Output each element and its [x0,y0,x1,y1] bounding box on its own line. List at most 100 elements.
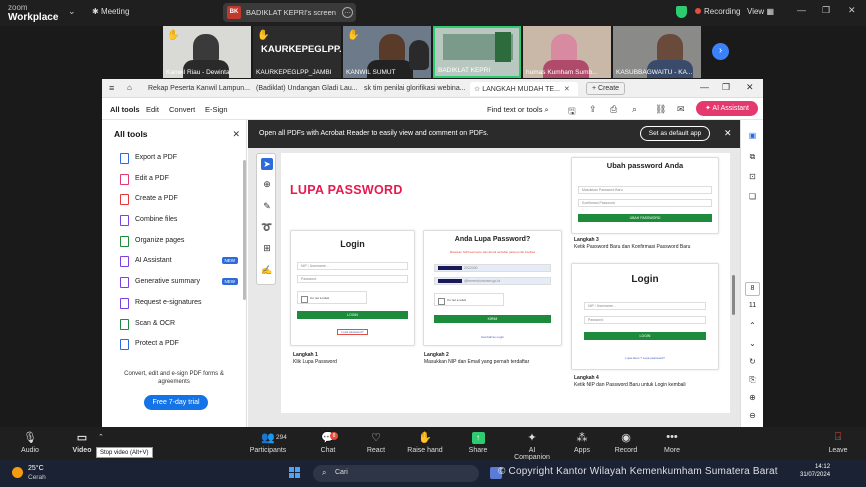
more-dots-icon: ••• [666,431,678,443]
upload-icon[interactable]: ⇪ [589,104,597,115]
security-shield-icon[interactable] [676,6,687,18]
minimize-icon[interactable]: — [700,82,709,92]
pages-icon[interactable]: ❏ [747,191,758,202]
zoom-comment-icon[interactable]: ⊕ [261,178,273,190]
more-options-icon[interactable]: … [342,7,353,18]
apps-button[interactable]: ⁂ Apps [570,431,594,454]
tool-edit-pdf[interactable]: Edit a PDF [120,174,240,186]
tool-create-pdf[interactable]: Create a PDF [120,194,240,206]
ai-assistant-button[interactable]: ✦ AI Assistant [696,101,758,116]
right-toolbar: ▣ ⧉ ⊡ ❏ 8 11 ⌃ ⌄ ↻ ⎘ ⊕ ⊖ [740,120,763,427]
chevron-down-icon[interactable]: ⌄ [747,338,758,349]
maximize-icon[interactable]: ❐ [722,82,730,93]
chat-button[interactable]: 💬 8 Chat [316,431,340,454]
all-tools-panel: All tools ✕ Export a PDF Edit a PDF Crea… [102,120,247,427]
mail-icon[interactable]: ✉ [677,104,685,115]
ai-companion-button[interactable]: ✦ AI Companion [510,431,554,461]
fit-page-icon[interactable]: ⎘ [747,374,758,385]
heart-icon: ♡ [371,432,381,444]
comment-icon[interactable]: ▣ [747,130,758,141]
stamp-icon[interactable]: ⧉ [747,151,758,162]
tool-request-esignatures[interactable]: Request e-signatures [120,298,240,310]
tool-generative-summary[interactable]: Generative summary NEW [120,277,240,289]
more-button[interactable]: ••• More [660,431,684,454]
signature-icon[interactable]: ✍ [261,264,273,276]
windows-taskbar: 25°C Cerah ⌕ Cari © Copyright Kantor Wil… [0,460,866,487]
participant-tile-active[interactable]: BADIKLAT KEPRI [433,26,521,78]
create-button[interactable]: + Create [586,82,626,95]
tool-protect-pdf[interactable]: Protect a PDF [120,339,240,351]
participant-tile[interactable]: humas Kumham Sumb... [523,26,611,78]
recording-indicator[interactable]: Recording [695,7,740,16]
pen-icon[interactable]: ✎ [261,200,273,212]
tab-sk-tim[interactable]: sk tim penilai glorifikasi webina... [360,82,468,96]
windows-start-icon[interactable] [289,467,301,479]
menu-convert[interactable]: Convert [169,105,195,114]
tab-rekap[interactable]: Rekap Peserta Kanwil Lampun... [144,82,250,96]
participant-tile[interactable]: ✋ Kanwil Riau - Dewinta [163,26,251,78]
audio-button[interactable]: 🎙 Audio [18,431,42,454]
close-tab-icon[interactable]: ✕ [564,86,570,93]
document-scrollbar[interactable] [732,275,735,315]
tool-organize-pages[interactable]: Organize pages [120,236,240,248]
set-default-app-button[interactable]: Set as default app [640,126,710,141]
chevron-up-icon[interactable]: ⌃ [98,433,104,441]
taskbar-search[interactable]: ⌕ Cari [313,465,479,482]
clock[interactable]: 14:12 31/07/2024 [800,463,830,479]
menu-icon[interactable]: ≡ [109,83,114,93]
zoom-in-icon[interactable]: ⊕ [747,392,758,403]
record-button[interactable]: ◉ Record [613,431,639,454]
microphone-muted-icon: 🎙 [23,432,37,444]
raise-hand-button[interactable]: ✋ Raise hand [404,431,446,454]
video-button[interactable]: ▭ Video [70,431,94,454]
search-icon[interactable]: ⌕ [632,104,637,115]
menu-edit[interactable]: Edit [146,105,159,114]
tool-export-pdf[interactable]: Export a PDF [120,153,240,165]
bookmark-icon[interactable]: ⊡ [747,171,758,182]
close-icon[interactable]: ✕ [848,5,856,16]
free-trial-button[interactable]: Free 7-day trial [144,395,208,410]
menu-all-tools[interactable]: All tools [110,105,140,114]
ai-assistant-icon [120,256,129,267]
sharer-avatar: BK [227,6,241,19]
participant-tile[interactable]: ✋ KANWIL SUMUT [343,26,431,78]
tab-langkah-mudah[interactable]: ☆ LANGKAH MUDAH TE... ✕ [470,82,578,96]
meeting-menu[interactable]: ✱ Meeting [92,7,129,16]
tool-ai-assistant[interactable]: AI Assistant NEW [120,256,240,268]
screen-share-indicator[interactable]: BK BADIKLAT KEPRI's screen … [223,3,356,22]
participant-tile[interactable]: KASUBBAGWAITU - KA... [613,26,701,78]
rotate-icon[interactable]: ↻ [747,356,758,367]
find-tools[interactable]: Find text or tools ⌕ [487,105,549,115]
maximize-icon[interactable]: ❐ [822,5,830,16]
home-icon[interactable]: ⌂ [127,83,132,92]
menu-esign[interactable]: E-Sign [205,105,228,114]
grid-icon: ▦ [766,7,774,16]
change-password-card: Ubah password Anda Masukkan Password Bar… [571,157,719,234]
tool-combine-files[interactable]: Combine files [120,215,240,227]
share-button[interactable]: ↑ Share [466,431,490,454]
lasso-icon[interactable]: ➰ [261,221,273,233]
text-box-icon[interactable]: ⊞ [261,242,273,254]
close-banner-icon[interactable]: ✕ [724,128,732,139]
panel-scrollbar[interactable] [243,160,246,300]
sparkle-icon: ✦ [527,432,537,444]
recaptcha: I'm not a robot [297,291,367,304]
select-cursor-icon[interactable]: ➤ [261,158,273,170]
chevron-up-icon[interactable]: ⌃ [747,320,758,331]
page-number-input[interactable]: 8 [745,282,760,296]
react-button[interactable]: ♡ React [364,431,388,454]
close-icon[interactable]: ✕ [746,82,754,93]
participant-tile[interactable]: ✋ KAURKEPEGLPP... KAURKEPEGLPP_JAMBI [253,26,341,78]
save-icon[interactable]: 🖫 [568,104,576,120]
zoom-out-icon[interactable]: ⊖ [747,410,758,421]
leave-button[interactable]: ⍈ Leave [826,431,850,454]
next-participants-button[interactable]: › [712,43,729,60]
print-icon[interactable]: ⎙ [610,104,617,115]
tool-scan-ocr[interactable]: Scan & OCR [120,319,240,331]
minimize-icon[interactable]: — [797,5,806,15]
view-button[interactable]: View ▦ [747,7,774,16]
tab-undangan[interactable]: (Badiklat) Undangan Gladi Lau... [252,82,358,96]
close-panel-icon[interactable]: ✕ [232,129,240,140]
chevron-down-icon[interactable]: ⌄ [68,6,76,17]
link-icon[interactable]: ⛓ [655,104,666,115]
